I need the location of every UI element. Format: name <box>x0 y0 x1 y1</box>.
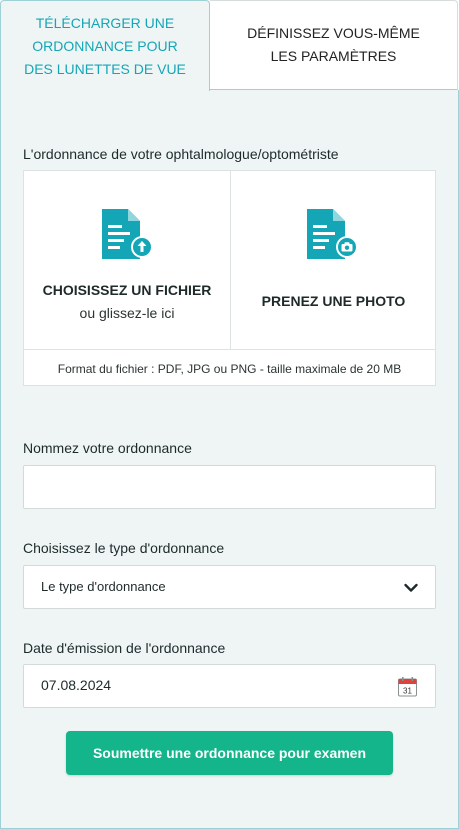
issue-date-field[interactable]: 07.08.2024 31 <box>23 664 436 708</box>
prescription-name-input[interactable] <box>24 466 435 508</box>
tab-define-label: DÉFINISSEZ VOUS-MÊME LES PARAMÈTRES <box>247 25 420 64</box>
type-field-label: Choisissez le type d'ordonnance <box>23 540 225 556</box>
submit-prescription-button[interactable]: Soumettre une ordonnance pour examen <box>66 731 393 775</box>
upload-box: CHOISISSEZ UN FICHIER ou glissez-le ici … <box>23 170 436 386</box>
file-format-note: Format du fichier : PDF, JPG ou PNG - ta… <box>24 349 435 387</box>
choose-file-dropzone[interactable]: CHOISISSEZ UN FICHIER ou glissez-le ici <box>24 171 231 349</box>
document-camera-icon <box>307 209 358 259</box>
name-field-label: Nommez votre ordonnance <box>23 440 192 456</box>
prescription-type-select[interactable]: Le type d'ordonnance <box>23 565 436 609</box>
choose-file-title: CHOISISSEZ UN FICHIER <box>42 282 212 298</box>
document-upload-icon <box>102 209 153 259</box>
take-photo-title: PRENEZ UNE PHOTO <box>261 293 406 309</box>
choose-file-subtitle: ou glissez-le ici <box>79 305 175 321</box>
date-field-label: Date d'émission de l'ordonnance <box>23 640 226 656</box>
tab-bar: TÉLÉCHARGER UNE ORDONNANCE POUR DES LUNE… <box>0 0 459 91</box>
tab-define-parameters[interactable]: DÉFINISSEZ VOUS-MÊME LES PARAMÈTRES <box>210 0 458 90</box>
tab-upload-prescription[interactable]: TÉLÉCHARGER UNE ORDONNANCE POUR DES LUNE… <box>0 0 210 91</box>
issue-date-value: 07.08.2024 <box>41 677 112 693</box>
calendar-icon[interactable]: 31 <box>397 676 419 698</box>
tab-upload-label: TÉLÉCHARGER UNE ORDONNANCE POUR DES LUNE… <box>24 14 186 77</box>
take-photo-button[interactable]: PRENEZ UNE PHOTO <box>231 171 436 349</box>
prescription-name-field[interactable] <box>23 465 436 509</box>
calendar-day-number: 31 <box>403 687 412 696</box>
upload-label: L'ordonnance de votre ophtalmologue/opto… <box>23 146 339 162</box>
prescription-type-value: Le type d'ordonnance <box>41 579 166 594</box>
chevron-down-icon <box>404 583 418 592</box>
